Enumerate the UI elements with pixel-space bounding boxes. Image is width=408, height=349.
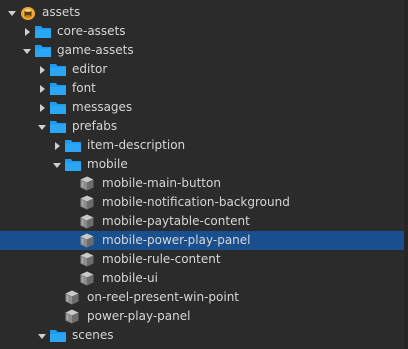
folder-icon [50,117,68,136]
tree-item-label: assets [42,5,81,19]
folder-icon [50,79,68,98]
tree-item-label: mobile-power-play-panel [102,233,251,247]
tree-item-label: on-reel-present-win-point [87,290,240,304]
tree-item[interactable]: mobile-rule-content [0,250,404,269]
tree-item-label: item-description [87,138,186,152]
folder-icon [35,41,53,60]
folder-icon [65,136,83,155]
expand-arrow-down-icon[interactable] [19,41,35,60]
tree-item[interactable]: mobile-main-button [0,174,404,193]
tree-item-label: mobile-ui [102,271,158,285]
tree-item[interactable]: assets [0,3,404,22]
expand-arrow-down-icon[interactable] [34,326,50,345]
tree-item[interactable]: power-play-panel [0,307,404,326]
tree-item-label: mobile-main-button [102,176,221,190]
tree-item[interactable]: mobile [0,155,404,174]
tree-item[interactable]: game-assets [0,41,404,60]
tree-item-label: mobile-paytable-content [102,214,250,228]
folder-icon [35,22,53,41]
prefab-icon [80,174,98,193]
folder-icon [50,326,68,345]
tree-item[interactable]: prefabs [0,117,404,136]
tree-item-label: game-assets [57,43,134,57]
tree-item-label: messages [72,100,133,114]
tree-arrow-spacer [64,193,80,212]
tree-item[interactable]: font [0,79,404,98]
tree-item-label: mobile-rule-content [102,252,221,266]
prefab-icon [80,193,98,212]
tree-item-label: mobile [87,157,128,171]
expand-arrow-right-icon[interactable] [34,79,50,98]
folder-icon [50,60,68,79]
tree-item-label: editor [72,62,108,76]
prefab-icon [80,231,98,250]
expand-arrow-down-icon[interactable] [34,117,50,136]
tree-arrow-spacer [49,288,65,307]
prefab-icon [80,250,98,269]
tree-item[interactable]: editor [0,60,404,79]
expand-arrow-down-icon[interactable] [4,3,20,22]
expand-arrow-down-icon[interactable] [49,155,65,174]
tree-item[interactable]: scenes [0,326,404,345]
expand-arrow-right-icon[interactable] [19,22,35,41]
asset-tree-panel: assets core-assets game-assets editor font me… [0,0,408,349]
scrollbar-track[interactable] [404,0,408,349]
expand-arrow-right-icon[interactable] [49,136,65,155]
tree-arrow-spacer [64,231,80,250]
prefab-icon [80,212,98,231]
tree-item[interactable]: mobile-notification-background [0,193,404,212]
expand-arrow-right-icon[interactable] [34,98,50,117]
tree-item[interactable]: core-assets [0,22,404,41]
tree-item-label: power-play-panel [87,309,191,323]
tree-arrow-spacer [49,307,65,326]
prefab-icon [65,288,83,307]
tree-arrow-spacer [64,174,80,193]
expand-arrow-right-icon[interactable] [34,60,50,79]
tree-item[interactable]: mobile-power-play-panel [0,231,404,250]
tree-item[interactable]: on-reel-present-win-point [0,288,404,307]
prefab-icon [80,269,98,288]
tree-item-label: mobile-notification-background [102,195,290,209]
tree-item-label: prefabs [72,119,118,133]
tree-item[interactable]: mobile-paytable-content [0,212,404,231]
folder-icon [65,155,83,174]
tree-item[interactable]: mobile-ui [0,269,404,288]
folder-icon [50,98,68,117]
tree-arrow-spacer [64,269,80,288]
prefab-icon [65,307,83,326]
tree-item-label: scenes [72,328,114,342]
tree-arrow-spacer [64,250,80,269]
tree-item[interactable]: messages [0,98,404,117]
tree-arrow-spacer [64,212,80,231]
tree-item-label: core-assets [57,24,126,38]
tree-item-label: font [72,81,96,95]
tree-item[interactable]: item-description [0,136,404,155]
db-icon [20,3,38,22]
